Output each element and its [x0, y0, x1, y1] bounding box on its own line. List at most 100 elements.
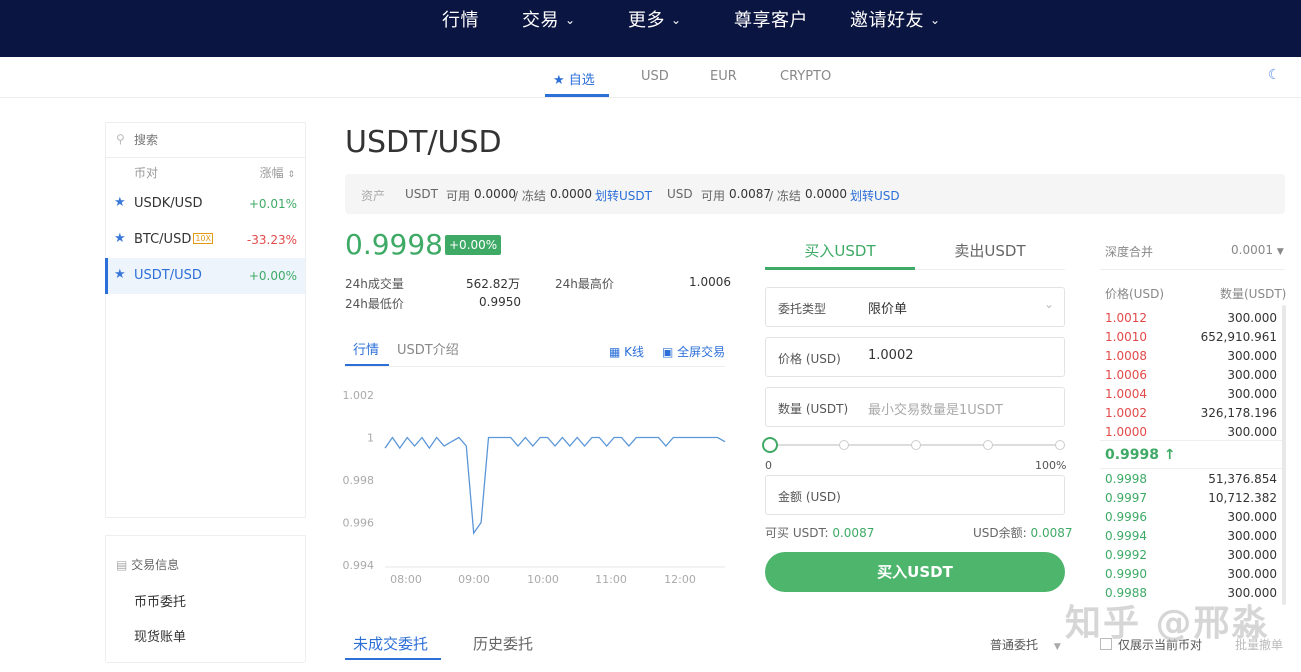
search-input[interactable] [132, 129, 296, 151]
buy-usdt-button[interactable]: 买入USDT [765, 552, 1065, 592]
pair-row-usdk-usd[interactable]: ★ USDK/USD +0.01% [106, 186, 305, 222]
ask-quantity: 300.000 [1227, 425, 1277, 439]
chevron-down-icon: ⌄ [930, 13, 941, 27]
slider-handle[interactable] [762, 437, 778, 453]
ask-price: 1.0006 [1105, 368, 1147, 382]
usdt-available: 0.0000 [474, 187, 516, 201]
star-icon: ★ [553, 73, 565, 88]
trade-info-panel: ▤ 交易信息 币币委托 现货账单 [105, 535, 306, 663]
ask-row[interactable]: 1.0006 300.000 [1105, 368, 1277, 387]
divider [345, 366, 725, 367]
divider [1100, 468, 1285, 469]
pair-row-btc-usd[interactable]: ★ BTC/USD 10X -33.23% [106, 222, 305, 258]
buy-tab[interactable]: 买入USDT [765, 232, 915, 270]
bid-row[interactable]: 0.9992 300.000 [1105, 548, 1277, 567]
active-tab-indicator [545, 94, 609, 97]
quantity-input[interactable]: 数量 (USDT) 最小交易数量是1USDT [765, 387, 1065, 427]
price-value: 1.0002 [868, 348, 914, 363]
slider-max-label: 100% [1035, 459, 1067, 472]
ask-price: 1.0004 [1105, 387, 1147, 401]
transfer-usdt-link[interactable]: 划转USDT [595, 187, 652, 204]
ask-row[interactable]: 1.0002 326,178.196 [1105, 406, 1277, 425]
depth-merge-select[interactable]: 0.0001 ▼ [1231, 243, 1284, 257]
moon-icon[interactable]: ☾ [1268, 67, 1281, 83]
divider [1100, 440, 1285, 441]
y-tick-label: 0.998 [343, 474, 375, 487]
chevron-down-icon: ⌄ [565, 13, 576, 27]
bid-quantity: 300.000 [1227, 510, 1277, 524]
bid-row[interactable]: 0.9997 10,712.382 [1105, 491, 1277, 510]
nav-trade[interactable]: 交易 ⌄ [522, 6, 576, 32]
transfer-usd-link[interactable]: 划转USD [850, 187, 900, 204]
slider-step-75[interactable] [983, 440, 993, 450]
tab-usd[interactable]: USD [641, 69, 669, 84]
nav-market[interactable]: 行情 [442, 6, 479, 32]
kline-button[interactable]: ▦ K线 [609, 343, 644, 360]
bid-price: 0.9990 [1105, 567, 1147, 581]
link-spot-bill[interactable]: 现货账单 [134, 626, 186, 645]
nav-invite[interactable]: 邀请好友 ⌄ [850, 6, 941, 32]
col-pair: 币对 [134, 166, 159, 180]
assets-bar: 资产 USDT 可用 0.0000 / 冻结 0.0000 划转USDT USD… [345, 174, 1285, 214]
bid-price: 0.9998 [1105, 472, 1147, 486]
slider-min-label: 0 [765, 459, 772, 472]
bid-row[interactable]: 0.9990 300.000 [1105, 567, 1277, 586]
tab-favorites[interactable]: ★ 自选 [553, 69, 595, 88]
usd-available: 0.0087 [729, 187, 771, 201]
available-buy: 可买 USDT: 0.0087 [765, 526, 875, 540]
fullscreen-trade-button[interactable]: ▣ 全屏交易 [662, 343, 725, 360]
tab-open-orders[interactable]: 未成交委托 [353, 633, 428, 654]
document-icon: ▤ [116, 558, 128, 572]
link-spot-orders[interactable]: 币币委托 [134, 591, 186, 610]
ask-row[interactable]: 1.0010 652,910.961 [1105, 330, 1277, 349]
bid-quantity: 300.000 [1227, 529, 1277, 543]
amount-input[interactable]: 金额 (USD) [765, 475, 1065, 515]
ask-row[interactable]: 1.0008 300.000 [1105, 349, 1277, 368]
tab-market-chart[interactable]: 行情 [353, 339, 379, 358]
bid-row[interactable]: 0.9994 300.000 [1105, 529, 1277, 548]
orderbook-scrollbar[interactable] [1282, 305, 1286, 605]
sell-tab[interactable]: 卖出USDT [915, 232, 1065, 270]
fullscreen-icon: ▣ [662, 345, 674, 359]
bid-price: 0.9996 [1105, 510, 1147, 524]
tab-crypto[interactable]: CRYPTO [780, 69, 831, 84]
divider [106, 662, 305, 663]
star-icon[interactable]: ★ [114, 231, 126, 246]
chevron-down-icon: ⌄ [671, 13, 682, 27]
col-change-sort[interactable]: 涨幅 ⇕ [260, 164, 295, 181]
ask-row[interactable]: 1.0000 300.000 [1105, 425, 1277, 444]
ask-price: 1.0000 [1105, 425, 1147, 439]
slider-step-50[interactable] [911, 440, 921, 450]
bid-row[interactable]: 0.9996 300.000 [1105, 510, 1277, 529]
col-price: 价格(USD) [1105, 287, 1165, 301]
star-icon[interactable]: ★ [114, 267, 126, 282]
price-input[interactable]: 价格 (USD) 1.0002 [765, 337, 1065, 377]
trade-info-title: ▤ 交易信息 [116, 558, 180, 572]
usdt-frozen: 0.0000 [550, 187, 592, 201]
kline-icon: ▦ [609, 345, 621, 359]
bid-price: 0.9994 [1105, 529, 1147, 543]
ask-quantity: 300.000 [1227, 349, 1277, 363]
star-icon[interactable]: ★ [114, 195, 126, 210]
watermark: 知乎 @邢淼 [1065, 603, 1270, 644]
ask-row[interactable]: 1.0012 300.000 [1105, 311, 1277, 330]
bid-quantity: 10,712.382 [1208, 491, 1277, 505]
ask-price: 1.0008 [1105, 349, 1147, 363]
tab-usdt-intro[interactable]: USDT介绍 [397, 339, 459, 358]
low-24h: 0.9950 [479, 295, 521, 309]
slider-step-100[interactable] [1055, 440, 1065, 450]
active-tab-indicator [345, 658, 441, 660]
order-type-select[interactable]: 委托类型 限价单 ⌄ [765, 287, 1065, 327]
nav-more[interactable]: 更多 ⌄ [628, 6, 682, 32]
nav-vip[interactable]: 尊享客户 [734, 6, 808, 32]
bid-row[interactable]: 0.9998 51,376.854 [1105, 472, 1277, 491]
tab-eur[interactable]: EUR [710, 69, 737, 84]
divider [1100, 269, 1285, 270]
pair-row-usdt-usd[interactable]: ★ USDT/USD +0.00% [105, 258, 305, 294]
order-type-filter[interactable]: 普通委托 ▼ [990, 636, 1061, 653]
tab-order-history[interactable]: 历史委托 [473, 633, 533, 654]
change-badge: +0.00% [445, 235, 502, 255]
last-price: 0.9998 [345, 228, 443, 261]
ask-row[interactable]: 1.0004 300.000 [1105, 387, 1277, 406]
slider-step-25[interactable] [839, 440, 849, 450]
